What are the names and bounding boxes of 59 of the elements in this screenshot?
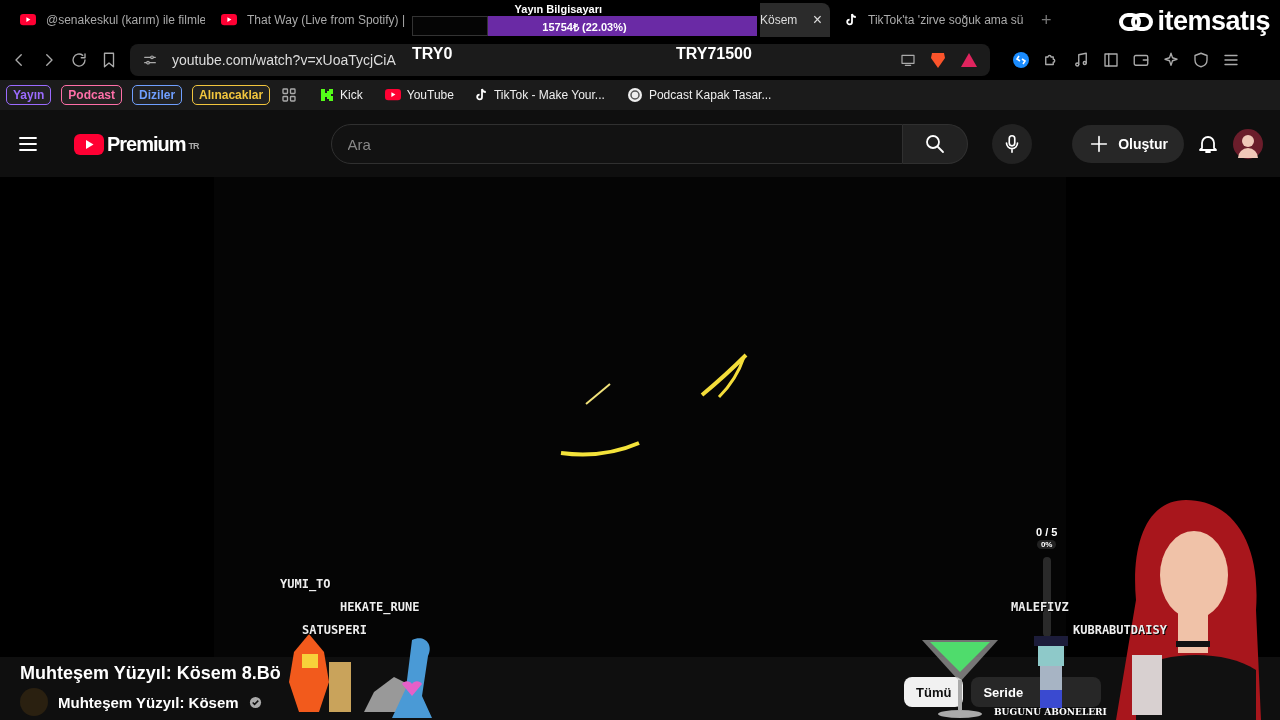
bookmark[interactable]: TikTok - Make Your... xyxy=(475,88,605,102)
reload-icon[interactable] xyxy=(70,51,88,69)
browser-tab[interactable]: Kösem × xyxy=(760,3,830,37)
verified-icon xyxy=(248,695,262,709)
bookmark-group[interactable]: Diziler xyxy=(132,85,183,105)
cast-icon[interactable] xyxy=(900,52,916,68)
youtube-icon xyxy=(221,14,237,26)
tiktok-icon xyxy=(846,13,858,27)
channel-name[interactable]: Muhteşem Yüzyıl: Kösem xyxy=(58,693,239,711)
brand-logo-text: itemsatış xyxy=(1157,6,1270,37)
sparkle-icon[interactable] xyxy=(1162,51,1180,69)
bookmark[interactable]: Kick xyxy=(320,88,363,102)
region-code: TR xyxy=(188,140,199,151)
donation-reading: 15754₺ (22.03%) xyxy=(541,20,628,34)
filter-chip[interactable]: Tümü xyxy=(904,677,964,707)
create-button[interactable]: Oluştur xyxy=(1072,125,1184,163)
tab-title: That Way (Live from Spotify) | xyxy=(247,13,406,27)
globe-icon xyxy=(626,87,643,103)
donation-title: Yayın Bilgisayarı xyxy=(513,3,603,15)
kick-icon xyxy=(320,88,335,102)
close-tab-button[interactable]: × xyxy=(812,11,822,29)
apps-grid-icon[interactable] xyxy=(280,86,299,104)
viewer-name: HEKATE_RUNE xyxy=(340,600,420,614)
avatar[interactable] xyxy=(1232,128,1264,160)
currency-amount: TRY0 xyxy=(412,45,453,63)
youtube-icon xyxy=(384,89,401,101)
browser-tab[interactable]: @senakeskul (karım) ile filmle xyxy=(8,3,205,37)
currency-amount: TRY71500 xyxy=(676,45,752,63)
shield-icon[interactable] xyxy=(1192,51,1210,69)
search-button[interactable] xyxy=(902,124,968,164)
premium-logo-text[interactable]: Premium xyxy=(107,132,186,156)
browser-tab[interactable]: That Way (Live from Spotify) | xyxy=(209,3,406,37)
new-tab-button[interactable]: + xyxy=(1041,9,1052,31)
bookmark[interactable]: Podcast Kapak Tasar... xyxy=(626,87,772,103)
goal-percent: 0% xyxy=(1036,540,1057,549)
url-text: youtube.com/watch?v=xUoaTycjCiA xyxy=(172,52,396,68)
voice-search-button[interactable] xyxy=(991,124,1032,164)
search-field[interactable]: Ara xyxy=(330,124,903,164)
youtube-icon xyxy=(74,133,104,155)
viewer-name: MALEFIVZ xyxy=(1011,600,1069,614)
tiktok-icon xyxy=(475,88,488,102)
bookmark-group[interactable]: Podcast xyxy=(61,85,123,105)
music-icon[interactable] xyxy=(1072,51,1090,69)
youtube-icon xyxy=(20,14,36,26)
bookmark[interactable]: YouTube xyxy=(384,88,454,102)
tab-title: Kösem xyxy=(760,13,798,27)
viewer-name: SATUSPERI xyxy=(302,623,368,637)
triangle-icon[interactable] xyxy=(960,52,978,68)
bookmark-group[interactable]: Yayın xyxy=(6,85,52,105)
shazam-icon[interactable] xyxy=(1012,51,1030,69)
bookmark-group[interactable]: Alınacaklar xyxy=(192,85,271,105)
subscribers-caption: BUGUNU ABONELERI xyxy=(994,707,1107,717)
sidebar-icon[interactable] xyxy=(1102,51,1120,69)
video-title: Muhteşem Yüzyıl: Kösem 8.Bö xyxy=(20,663,282,684)
goal-count: 0 / 5 xyxy=(1036,526,1058,538)
tab-title: @senakeskul (karım) ile filmle xyxy=(46,13,205,27)
browser-tab[interactable]: TikTok'ta 'zirve soğuk ama sü xyxy=(834,3,1031,37)
tab-title: TikTok'ta 'zirve soğuk ama sü xyxy=(868,13,1024,27)
viewer-name: YUMI_TO xyxy=(280,577,331,591)
